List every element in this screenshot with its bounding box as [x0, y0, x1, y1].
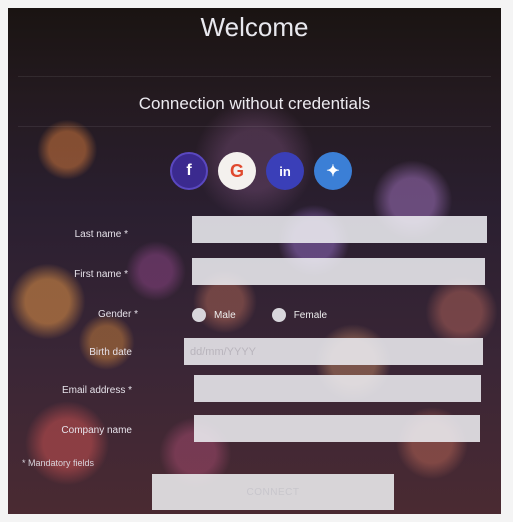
connect-button[interactable]: CONNECT — [152, 474, 394, 510]
google-icon: G — [229, 160, 244, 181]
google-login-button[interactable]: G — [218, 152, 256, 190]
mandatory-note: * Mandatory fields — [22, 458, 95, 468]
gender-female-label: Female — [293, 309, 328, 321]
birth-date-input[interactable] — [184, 338, 483, 365]
facebook-login-button[interactable]: f — [170, 152, 208, 190]
page-title: Welcome — [200, 12, 309, 42]
page-subtitle: Connection without credentials — [138, 94, 371, 113]
portal-screen: Welcome Connection without credentials f… — [8, 8, 501, 514]
linkedin-icon: in — [279, 163, 291, 179]
gender-radio-group: Male Female — [192, 308, 355, 322]
twitter-icon: ✦ — [326, 163, 340, 180]
gender-male-radio[interactable] — [192, 308, 206, 322]
first-name-input[interactable] — [192, 258, 485, 285]
company-label: Company name — [61, 425, 132, 436]
birth-date-label: Birth date — [89, 347, 132, 358]
company-input[interactable] — [194, 415, 480, 442]
twitter-login-button[interactable]: ✦ — [314, 152, 352, 190]
gender-label: Gender * — [97, 309, 138, 320]
last-name-label: Last name * — [74, 229, 128, 240]
gender-female-radio[interactable] — [271, 308, 286, 322]
gender-male-label: Male — [214, 309, 236, 321]
linkedin-login-button[interactable]: in — [266, 152, 304, 190]
divider — [18, 76, 491, 77]
last-name-input[interactable] — [192, 216, 487, 243]
social-login-bar: f G in ✦ — [170, 152, 352, 190]
facebook-icon: f — [186, 162, 192, 179]
divider — [18, 126, 491, 127]
first-name-label: First name * — [74, 269, 128, 280]
email-label: Email address * — [61, 385, 132, 396]
email-input[interactable] — [194, 375, 481, 402]
